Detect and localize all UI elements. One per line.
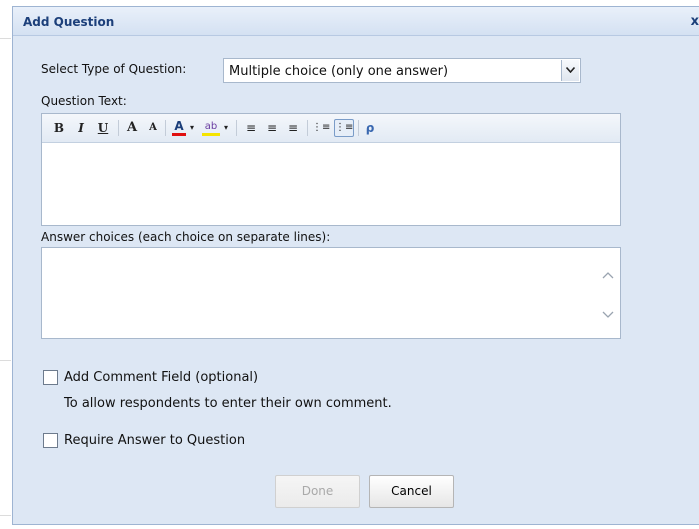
question-type-label: Select Type of Question: bbox=[41, 62, 187, 76]
align-right-button[interactable]: ≡ bbox=[285, 120, 301, 136]
align-center-button[interactable]: ≡ bbox=[264, 120, 280, 136]
align-left-button[interactable]: ≡ bbox=[243, 120, 259, 136]
grow-font-button[interactable]: A bbox=[124, 120, 140, 136]
underline-button[interactable]: U bbox=[96, 120, 110, 136]
question-text-label: Question Text: bbox=[41, 94, 127, 108]
scroll-up-icon[interactable] bbox=[602, 268, 614, 282]
highlight-color-button[interactable]: ab bbox=[202, 120, 220, 136]
toolbar-separator bbox=[165, 120, 166, 136]
close-icon[interactable]: x bbox=[691, 14, 699, 29]
add-comment-hint: To allow respondents to enter their own … bbox=[64, 396, 392, 411]
answer-choices-textarea[interactable] bbox=[41, 247, 621, 339]
numbered-list-button[interactable]: ⋮≡ bbox=[312, 120, 330, 136]
question-text-editor[interactable]: B I U A A A ▾ ab ▾ ≡ ≡ ≡ ⋮≡ ⋮≡ ρ bbox=[41, 113, 621, 226]
question-type-select[interactable]: Multiple choice (only one answer) bbox=[223, 58, 581, 83]
font-color-dropdown-icon[interactable]: ▾ bbox=[188, 120, 196, 136]
question-type-value: Multiple choice (only one answer) bbox=[229, 64, 449, 79]
bold-button[interactable]: B bbox=[52, 120, 66, 136]
require-answer-label: Require Answer to Question bbox=[64, 433, 246, 448]
require-answer-checkbox[interactable] bbox=[43, 433, 58, 448]
toolbar-separator bbox=[118, 120, 119, 136]
toolbar-separator bbox=[236, 120, 237, 136]
toolbar-separator bbox=[307, 120, 308, 136]
font-color-button[interactable]: A bbox=[172, 120, 186, 136]
toolbar-separator bbox=[358, 120, 359, 136]
question-text-area[interactable] bbox=[42, 143, 620, 225]
chevron-down-icon[interactable] bbox=[561, 60, 579, 81]
answer-choices-label: Answer choices (each choice on separate … bbox=[41, 230, 331, 244]
background-page-edge bbox=[0, 0, 12, 529]
background-divider bbox=[0, 515, 11, 516]
dialog-titlebar: Add Question x bbox=[13, 7, 699, 36]
background-divider bbox=[0, 360, 11, 361]
shrink-font-button[interactable]: A bbox=[146, 120, 160, 136]
background-divider bbox=[0, 38, 11, 39]
highlight-dropdown-icon[interactable]: ▾ bbox=[222, 120, 230, 136]
dialog-title: Add Question bbox=[23, 15, 115, 29]
add-question-dialog: Add Question x Select Type of Question: … bbox=[12, 6, 699, 525]
done-button[interactable]: Done bbox=[275, 475, 360, 508]
cancel-button[interactable]: Cancel bbox=[369, 475, 454, 508]
spellcheck-button[interactable]: ρ bbox=[363, 120, 377, 136]
add-comment-checkbox[interactable] bbox=[43, 370, 58, 385]
scroll-down-icon[interactable] bbox=[602, 308, 614, 322]
formatting-toolbar: B I U A A A ▾ ab ▾ ≡ ≡ ≡ ⋮≡ ⋮≡ ρ bbox=[42, 114, 620, 143]
bulleted-list-button[interactable]: ⋮≡ bbox=[334, 119, 354, 137]
italic-button[interactable]: I bbox=[74, 120, 88, 136]
add-comment-label: Add Comment Field (optional) bbox=[64, 370, 259, 385]
